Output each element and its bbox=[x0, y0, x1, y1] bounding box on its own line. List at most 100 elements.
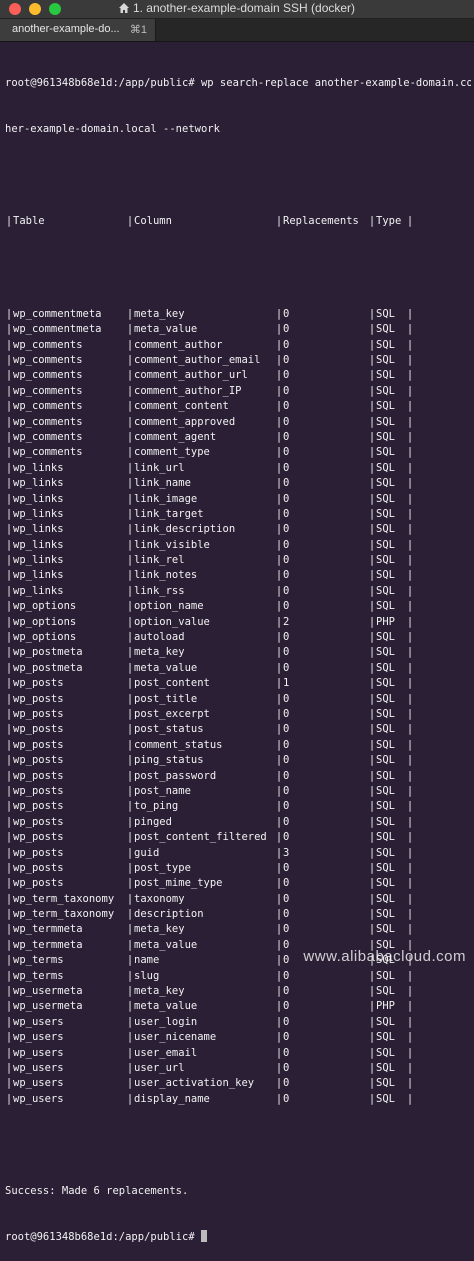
cell-column: comment_type bbox=[134, 445, 275, 460]
cell-replacements: 0 bbox=[283, 630, 368, 645]
cell-table: wp_options bbox=[13, 615, 126, 630]
cell-separator: | bbox=[275, 1061, 283, 1076]
cell-separator: | bbox=[5, 984, 13, 999]
cell-table: wp_links bbox=[13, 568, 126, 583]
cell-separator: | bbox=[368, 630, 376, 645]
cell-table: wp_postmeta bbox=[13, 661, 126, 676]
cell-separator: | bbox=[368, 338, 376, 353]
cell-type: SQL bbox=[376, 692, 406, 707]
cell-separator: | bbox=[126, 1061, 134, 1076]
cell-replacements: 0 bbox=[283, 476, 368, 491]
table-row: |wp_users|user_activation_key|0|SQL| bbox=[5, 1076, 471, 1091]
cell-type: SQL bbox=[376, 630, 406, 645]
cell-type: SQL bbox=[376, 676, 406, 691]
cell-table: wp_comments bbox=[13, 353, 126, 368]
table-row: |wp_posts|ping_status|0|SQL| bbox=[5, 753, 471, 768]
cell-separator: | bbox=[406, 1046, 414, 1061]
shell-prompt: root@961348b68e1d:/app/public# bbox=[5, 1231, 201, 1243]
cell-separator: | bbox=[5, 707, 13, 722]
cell-replacements: 0 bbox=[283, 353, 368, 368]
tab-label: another-example-do... bbox=[12, 23, 130, 35]
table-row: |wp_comments|comment_author_IP|0|SQL| bbox=[5, 384, 471, 399]
table-row: |wp_posts|post_password|0|SQL| bbox=[5, 769, 471, 784]
cell-separator: | bbox=[368, 445, 376, 460]
terminal-tab[interactable]: another-example-do... ⌘1 bbox=[0, 19, 156, 41]
cell-separator: | bbox=[368, 1015, 376, 1030]
cell-separator: | bbox=[275, 676, 283, 691]
cell-type: SQL bbox=[376, 815, 406, 830]
cell-replacements: 0 bbox=[283, 384, 368, 399]
cell-type: SQL bbox=[376, 892, 406, 907]
table-row: |wp_postmeta|meta_key|0|SQL| bbox=[5, 645, 471, 660]
table-row: |wp_comments|comment_content|0|SQL| bbox=[5, 399, 471, 414]
cell-table: wp_posts bbox=[13, 784, 126, 799]
prompt-line[interactable]: root@961348b68e1d:/app/public# bbox=[5, 1230, 471, 1245]
cell-table: wp_posts bbox=[13, 738, 126, 753]
cell-separator: | bbox=[5, 430, 13, 445]
cell-table: wp_comments bbox=[13, 384, 126, 399]
cell-table: wp_comments bbox=[13, 399, 126, 414]
cell-column: meta_key bbox=[134, 984, 275, 999]
cell-separator: | bbox=[368, 769, 376, 784]
cell-type: SQL bbox=[376, 1092, 406, 1107]
cell-table: wp_posts bbox=[13, 676, 126, 691]
cell-table: wp_posts bbox=[13, 799, 126, 814]
cell-separator: | bbox=[126, 707, 134, 722]
cell-separator: | bbox=[275, 738, 283, 753]
cell-replacements: 0 bbox=[283, 538, 368, 553]
cell-separator: | bbox=[406, 645, 414, 660]
cell-separator: | bbox=[406, 538, 414, 553]
table-row: |wp_links|link_image|0|SQL| bbox=[5, 492, 471, 507]
cell-replacements: 0 bbox=[283, 599, 368, 614]
cell-separator: | bbox=[275, 784, 283, 799]
cell-type: SQL bbox=[376, 338, 406, 353]
table-row: |wp_links|link_visible|0|SQL| bbox=[5, 538, 471, 553]
cell-separator: | bbox=[275, 645, 283, 660]
cell-separator: | bbox=[126, 846, 134, 861]
cell-table: wp_comments bbox=[13, 338, 126, 353]
cell-separator: | bbox=[126, 430, 134, 445]
cell-separator: | bbox=[5, 338, 13, 353]
table-row: |wp_comments|comment_author_url|0|SQL| bbox=[5, 368, 471, 383]
cell-separator: | bbox=[5, 861, 13, 876]
cell-separator: | bbox=[5, 368, 13, 383]
cell-separator: | bbox=[5, 753, 13, 768]
table-row: |wp_links|link_url|0|SQL| bbox=[5, 461, 471, 476]
cell-separator: | bbox=[5, 353, 13, 368]
cell-separator: | bbox=[406, 307, 414, 322]
cell-separator: | bbox=[126, 753, 134, 768]
cell-type: SQL bbox=[376, 415, 406, 430]
cell-separator: | bbox=[406, 830, 414, 845]
cell-table: wp_links bbox=[13, 584, 126, 599]
cell-separator: | bbox=[368, 599, 376, 614]
table-row: |wp_commentmeta|meta_key|0|SQL| bbox=[5, 307, 471, 322]
cell-table: wp_posts bbox=[13, 753, 126, 768]
terminal-output[interactable]: root@961348b68e1d:/app/public# wp search… bbox=[5, 45, 471, 1261]
cell-replacements: 0 bbox=[283, 692, 368, 707]
cell-separator: | bbox=[275, 415, 283, 430]
table-row: |wp_commentmeta|meta_value|0|SQL| bbox=[5, 322, 471, 337]
cell-separator: | bbox=[368, 846, 376, 861]
cell-replacements: 0 bbox=[283, 722, 368, 737]
table-row: |wp_posts|post_mime_type|0|SQL| bbox=[5, 876, 471, 891]
cell-separator: | bbox=[126, 661, 134, 676]
cell-table: wp_users bbox=[13, 1092, 126, 1107]
table-row: |wp_users|user_email|0|SQL| bbox=[5, 1046, 471, 1061]
cell-separator: | bbox=[275, 568, 283, 583]
cell-separator: | bbox=[126, 538, 134, 553]
cell-type: SQL bbox=[376, 522, 406, 537]
cell-type: SQL bbox=[376, 322, 406, 337]
cell-replacements: 0 bbox=[283, 661, 368, 676]
cell-replacements: 0 bbox=[283, 645, 368, 660]
cell-separator: | bbox=[368, 861, 376, 876]
cell-separator: | bbox=[368, 661, 376, 676]
cell-separator: | bbox=[126, 738, 134, 753]
cell-separator: | bbox=[368, 1061, 376, 1076]
cell-separator: | bbox=[5, 384, 13, 399]
cell-separator: | bbox=[406, 476, 414, 491]
cell-separator: | bbox=[406, 1030, 414, 1045]
cell-separator: | bbox=[275, 892, 283, 907]
cell-type: SQL bbox=[376, 984, 406, 999]
cell-separator: | bbox=[368, 645, 376, 660]
cell-table: wp_termmeta bbox=[13, 938, 126, 953]
